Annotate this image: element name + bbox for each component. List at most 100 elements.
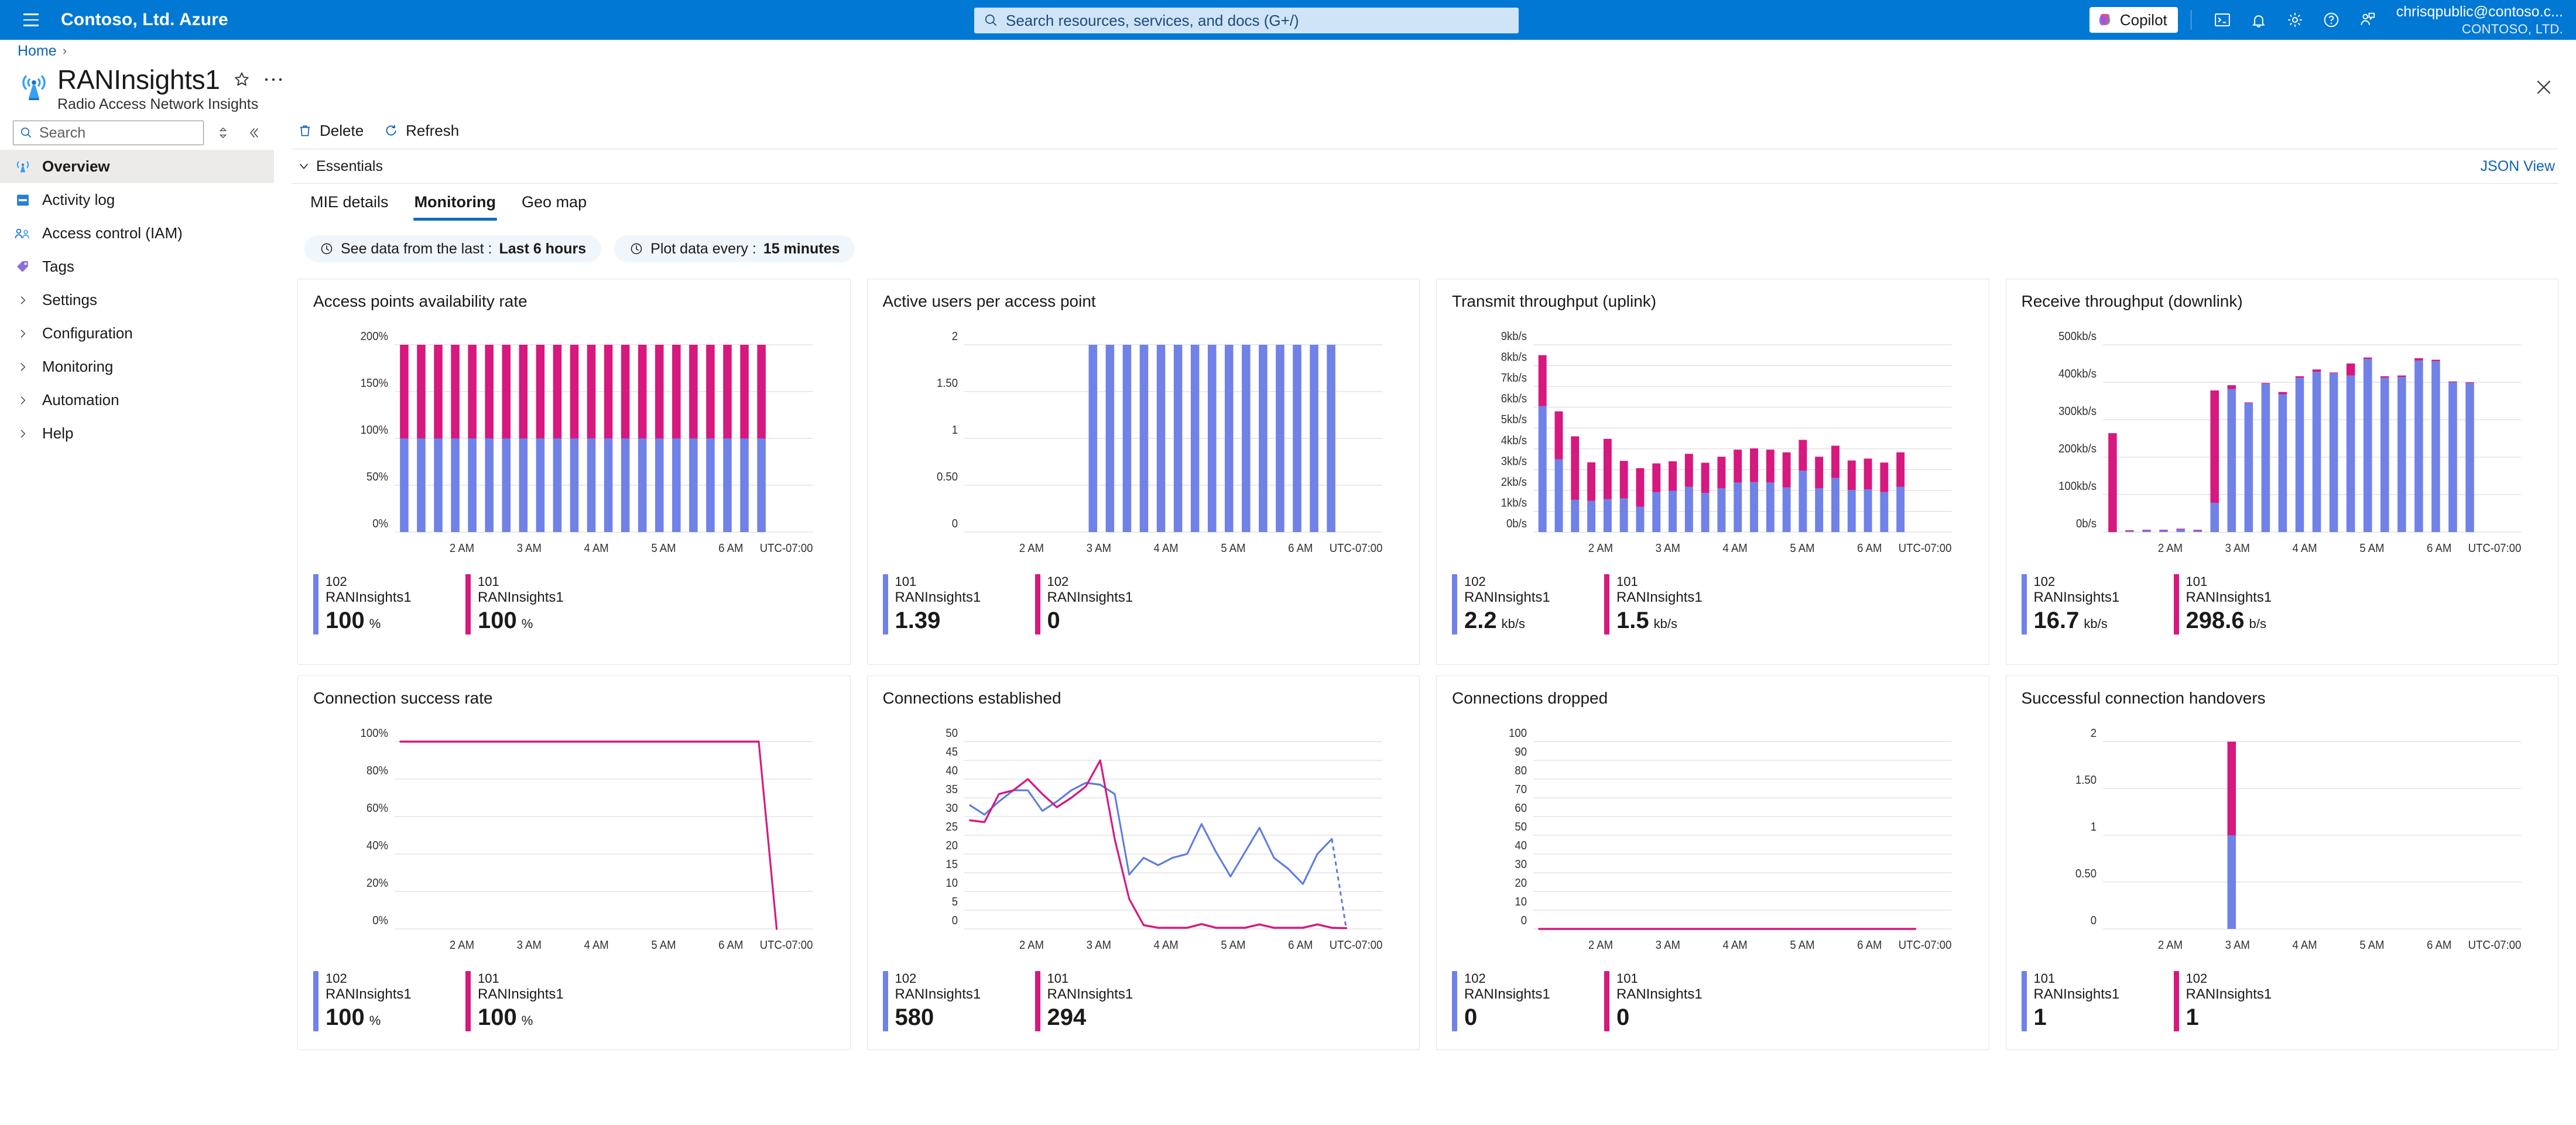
svg-text:6 AM: 6 AM <box>1288 939 1313 952</box>
chart-legend: 102 RANInsights1 0 101 RANInsights1 0 <box>1452 971 1974 1032</box>
clock-icon <box>321 243 333 255</box>
hamburger-icon[interactable] <box>18 6 44 33</box>
more-options-icon[interactable] <box>263 76 283 83</box>
svg-text:8kb/s: 8kb/s <box>1501 351 1527 364</box>
tab-monitoring[interactable]: Monitoring <box>402 190 509 221</box>
legend-entry[interactable]: 101 RANInsights1 100% <box>465 971 618 1032</box>
chart-card-connections-established[interactable]: Connections established 0 5 10 15 20 25 30 35 40 4… <box>866 675 1420 1050</box>
cloud-shell-icon[interactable] <box>2204 0 2241 40</box>
delete-label: Delete <box>320 121 364 139</box>
sidebar-search-input[interactable]: Search <box>13 121 204 145</box>
page-subtitle: Radio Access Network Insights <box>57 96 259 113</box>
refresh-icon <box>386 125 396 136</box>
legend-entry[interactable]: 102 RANInsights1 0 <box>1452 971 1604 1032</box>
help-question-icon[interactable] <box>2313 0 2349 40</box>
legend-color-swatch <box>1034 971 1040 1032</box>
sidebar-search-placeholder: Search <box>39 124 86 141</box>
access-control-icon <box>13 224 33 243</box>
legend-entry[interactable]: 102 RANInsights1 580 <box>882 971 1035 1032</box>
svg-text:2 AM: 2 AM <box>1588 542 1613 555</box>
sidebar-item-monitoring[interactable]: Monitoring <box>0 350 274 383</box>
feedback-icon[interactable] <box>2349 0 2386 40</box>
sidebar-item-activity-log[interactable]: Activity log <box>0 183 274 217</box>
sidebar-item-access-control-iam[interactable]: Access control (IAM) <box>0 217 274 250</box>
svg-text:70: 70 <box>1515 783 1527 796</box>
copilot-button[interactable]: Copilot <box>2089 7 2178 33</box>
account-menu[interactable]: chrisqpublic@contoso.c... CONTOSO, LTD. <box>2396 3 2563 37</box>
legend-entry[interactable]: 102 RANInsights1 1 <box>2173 971 2326 1032</box>
chart-plot-area: 0 0.50 1 1.50 2 2 AM 3 AM 4 AM 5 AM 6 AM UTC-07:00 <box>2022 711 2543 963</box>
close-icon[interactable] <box>2534 77 2554 97</box>
legend-unit: % <box>369 1013 381 1028</box>
json-view-link[interactable]: JSON View <box>2481 158 2555 175</box>
sidebar-item-configuration[interactable]: Configuration <box>0 317 274 350</box>
svg-text:5 AM: 5 AM <box>2359 939 2384 952</box>
legend-entry[interactable]: 101 RANInsights1 1.39 <box>882 574 1035 635</box>
legend-entry[interactable]: 102 RANInsights1 100% <box>313 574 465 635</box>
svg-text:100: 100 <box>1509 727 1527 740</box>
sidebar-item-settings[interactable]: Settings <box>0 283 274 317</box>
legend-entry[interactable]: 102 RANInsights1 16.7 kb/s <box>2021 574 2174 635</box>
legend-series-id: 102 <box>1047 574 1069 589</box>
filter-pill-time-range[interactable]: See data from the last : Last 6 hours <box>304 235 602 262</box>
svg-text:50: 50 <box>946 727 958 740</box>
svg-text:UTC-07:00: UTC-07:00 <box>1329 542 1382 555</box>
legend-entry[interactable]: 101 RANInsights1 1.5 kb/s <box>1604 574 1756 635</box>
sidebar-item-help[interactable]: Help <box>0 417 274 450</box>
svg-text:90: 90 <box>1515 746 1527 759</box>
legend-value: 1 <box>2034 1004 2120 1031</box>
chart-card-access-points-availability-rate[interactable]: Access points availability rate 0% 50% 100%… <box>297 279 851 665</box>
chart-plot-area: 0% 20% 40% 60% 80% 100% 2 AM 3 AM 4 AM 5 AM 6 AM UT… <box>313 711 835 963</box>
legend-entry[interactable]: 102 RANInsights1 0 <box>1034 574 1187 635</box>
chart-card-transmit-throughput-uplink[interactable]: Transmit throughput (uplink) 0b/s 1kb/s 2kb… <box>1436 279 1989 665</box>
essentials-toggle[interactable]: Essentials <box>297 158 383 175</box>
refresh-button[interactable]: Refresh <box>383 122 459 140</box>
chart-card-successful-connection-handovers[interactable]: Successful connection handovers 0 0.50 1 1.5… <box>2005 675 2558 1050</box>
chart-card-active-users-per-access-point[interactable]: Active users per access point 0 0.50 1 1.50 2… <box>866 279 1420 665</box>
radio-tower-icon <box>22 75 46 101</box>
essentials-label: Essentials <box>316 157 383 174</box>
legend-entry[interactable]: 102 RANInsights1 2.2 kb/s <box>1452 574 1604 635</box>
chart-plot-area: 0 0.50 1 1.50 2 2 AM 3 AM 4 AM 5 AM 6 AM UTC-07:00 <box>883 314 1405 566</box>
expand-collapse-all-icon[interactable] <box>212 122 234 144</box>
pill-prefix: Plot data every : <box>650 240 756 257</box>
global-search-input[interactable]: Search resources, services, and docs (G+… <box>974 8 1519 33</box>
azure-brand-title[interactable]: Contoso, Ltd. Azure <box>61 10 228 30</box>
charts-grid: Access points availability rate 0% 50% 100%… <box>274 262 2576 1050</box>
legend-entry[interactable]: 101 RANInsights1 1 <box>2021 971 2174 1032</box>
legend-value: 100% <box>326 1004 412 1031</box>
chart-card-connection-success-rate[interactable]: Connection success rate 0% 20% 40% 60% 80% 100… <box>297 675 851 1050</box>
legend-entry[interactable]: 101 RANInsights1 298.6 b/s <box>2173 574 2326 635</box>
chart-legend: 102 RANInsights1 100% 101 RANInsights1 100% <box>313 971 835 1032</box>
favorite-star-icon[interactable] <box>233 71 251 88</box>
svg-text:2: 2 <box>2090 727 2096 740</box>
svg-text:2 AM: 2 AM <box>1588 939 1613 952</box>
svg-text:6 AM: 6 AM <box>1857 542 1882 555</box>
legend-resource-name: RANInsights1 <box>2186 589 2272 605</box>
legend-entry[interactable]: 102 RANInsights1 100% <box>313 971 465 1032</box>
settings-gear-icon[interactable] <box>2277 0 2313 40</box>
legend-number: 1.5 <box>1616 608 1649 634</box>
legend-series-id: 101 <box>895 574 917 589</box>
chevron-right-icon <box>13 361 33 373</box>
sidebar-item-automation[interactable]: Automation <box>0 383 274 417</box>
breadcrumb-home-link[interactable]: Home <box>18 43 57 60</box>
chart-card-receive-throughput-downlink[interactable]: Receive throughput (downlink) 0b/s 100kb/s… <box>2005 279 2558 665</box>
chart-card-connections-dropped[interactable]: Connections dropped 0 10 20 30 40 50 60 70 80 90 10… <box>1436 675 1989 1050</box>
legend-entry[interactable]: 101 RANInsights1 0 <box>1604 971 1756 1032</box>
pill-value: Last 6 hours <box>499 240 587 257</box>
legend-resource-name: RANInsights1 <box>2186 986 2272 1002</box>
delete-button[interactable]: Delete <box>297 122 364 140</box>
collapse-sidebar-icon[interactable] <box>242 122 265 144</box>
svg-text:10: 10 <box>946 877 958 890</box>
search-icon <box>985 14 997 26</box>
legend-entry[interactable]: 101 RANInsights1 100% <box>465 574 618 635</box>
legend-entry[interactable]: 101 RANInsights1 294 <box>1034 971 1187 1032</box>
tab-mie-details[interactable]: MIE details <box>297 190 402 221</box>
sidebar-item-label: Settings <box>42 291 97 308</box>
filter-pill-granularity[interactable]: Plot data every : 15 minutes <box>614 235 855 262</box>
sidebar-item-overview[interactable]: Overview <box>0 150 274 183</box>
sidebar-item-tags[interactable]: Tags <box>0 250 274 283</box>
tab-geo-map[interactable]: Geo map <box>509 190 600 221</box>
notifications-bell-icon[interactable] <box>2241 0 2277 40</box>
